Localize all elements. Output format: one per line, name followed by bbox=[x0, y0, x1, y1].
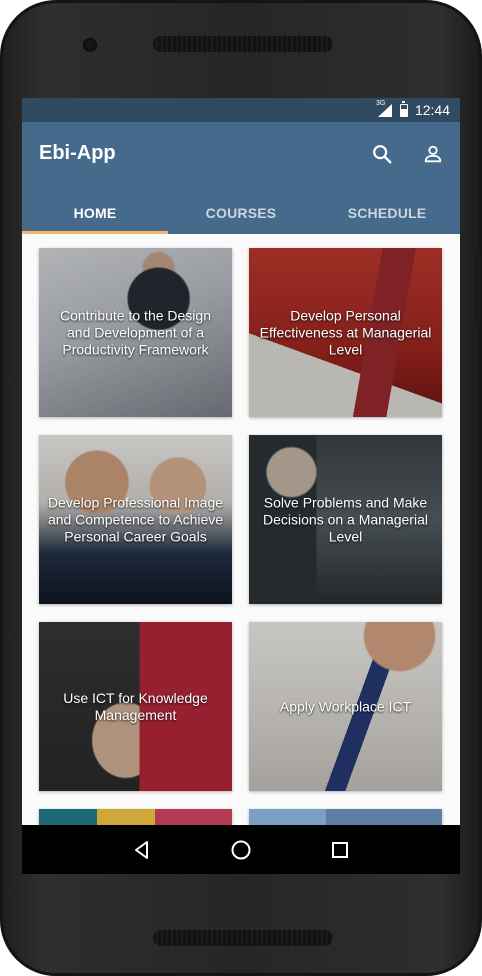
tab-schedule[interactable]: SCHEDULE bbox=[314, 191, 460, 234]
course-card[interactable]: Use ICT for Knowledge Management bbox=[39, 622, 232, 791]
course-title: Apply Workplace ICT bbox=[279, 698, 412, 714]
course-title: Develop Personal Effectiveness at Manage… bbox=[259, 307, 432, 357]
course-grid: Contribute to the Design and Development… bbox=[22, 234, 460, 874]
navigation-bar bbox=[22, 825, 460, 874]
app-title: Ebi-App bbox=[39, 142, 116, 164]
front-camera bbox=[83, 38, 97, 52]
course-card[interactable]: Solve Problems and Make Decisions on a M… bbox=[249, 435, 442, 604]
tab-bar: HOME COURSES SCHEDULE bbox=[22, 191, 460, 234]
network-type: 3G bbox=[375, 99, 386, 107]
status-bar: 3G 12:44 bbox=[22, 98, 460, 122]
course-title: Solve Problems and Make Decisions on a M… bbox=[263, 494, 428, 544]
course-card[interactable]: Apply Workplace ICT bbox=[249, 622, 442, 791]
status-time: 12:44 bbox=[414, 102, 450, 118]
battery-icon bbox=[399, 100, 408, 117]
top-speaker bbox=[153, 36, 333, 52]
app-bar: Ebi-App HOME COURSES SCHEDULE bbox=[22, 122, 460, 234]
course-card[interactable]: Develop Personal Effectiveness at Manage… bbox=[249, 248, 442, 417]
phone-frame: 3G 12:44 Ebi-App HOME COURSES SCHEDULE C… bbox=[0, 0, 482, 976]
recents-icon bbox=[332, 841, 349, 858]
back-button[interactable] bbox=[128, 836, 156, 864]
account-icon bbox=[424, 145, 442, 163]
power-button bbox=[474, 253, 481, 323]
tab-courses[interactable]: COURSES bbox=[168, 191, 314, 234]
home-icon bbox=[231, 840, 251, 859]
course-title: Use ICT for Knowledge Management bbox=[63, 689, 208, 723]
recents-button[interactable] bbox=[326, 836, 354, 864]
course-title: Develop Professional Image and Competenc… bbox=[47, 494, 224, 544]
search-icon bbox=[373, 145, 392, 164]
course-card[interactable]: Contribute to the Design and Development… bbox=[39, 248, 232, 417]
back-icon bbox=[134, 840, 148, 859]
home-button[interactable] bbox=[227, 836, 255, 864]
account-button[interactable] bbox=[419, 140, 447, 168]
course-title: Contribute to the Design and Development… bbox=[60, 307, 211, 357]
search-button[interactable] bbox=[368, 140, 396, 168]
screen: 3G 12:44 Ebi-App HOME COURSES SCHEDULE C… bbox=[22, 98, 460, 874]
bottom-speaker bbox=[153, 930, 333, 946]
course-card[interactable]: Develop Professional Image and Competenc… bbox=[39, 435, 232, 604]
tab-home[interactable]: HOME bbox=[22, 191, 168, 234]
signal-icon: 3G bbox=[376, 100, 392, 117]
